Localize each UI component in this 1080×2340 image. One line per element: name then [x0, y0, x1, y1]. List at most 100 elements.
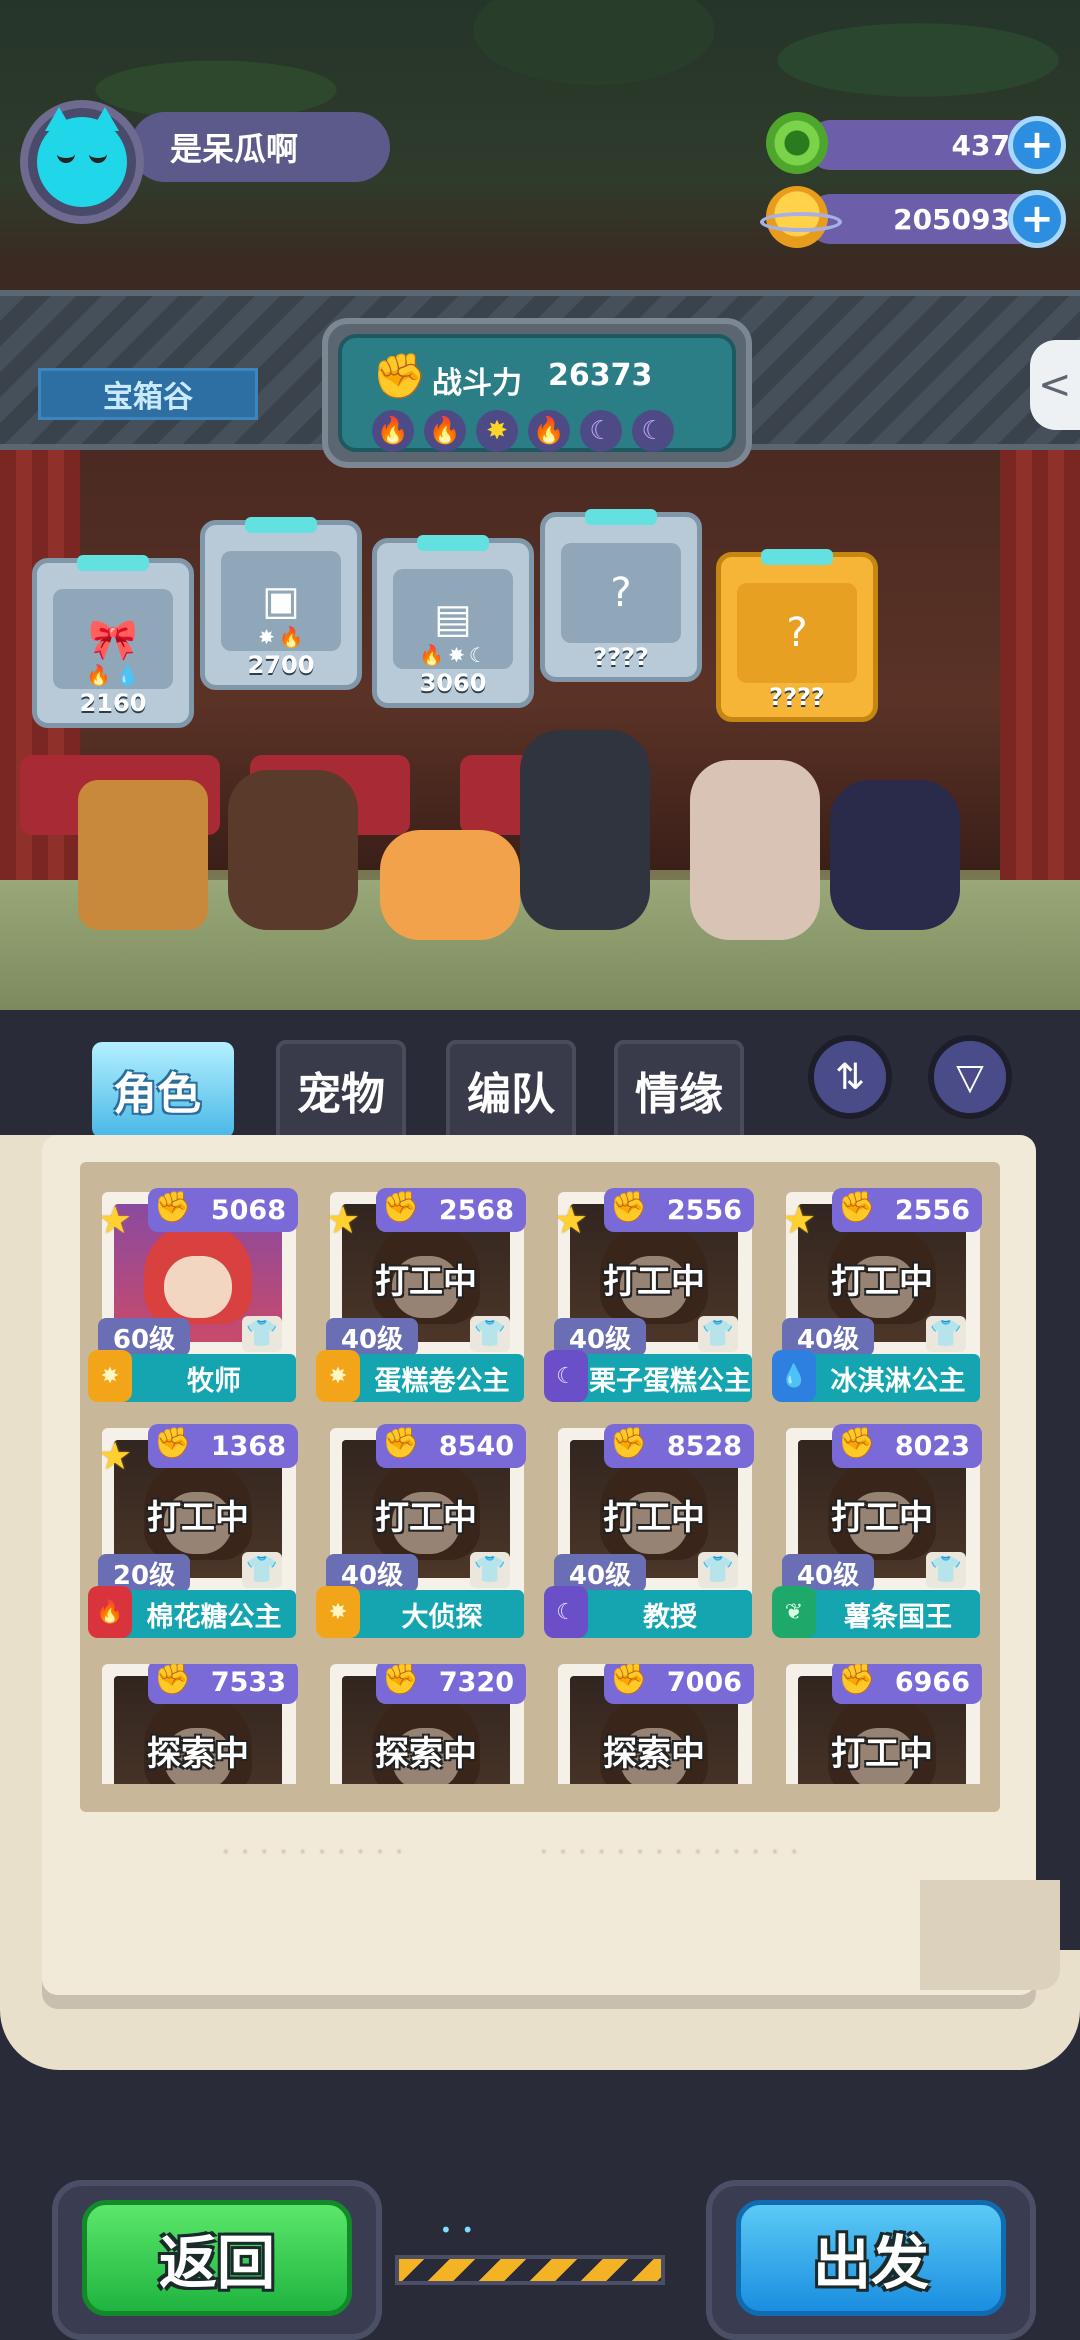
avatar[interactable] [20, 100, 144, 224]
character-card[interactable]: ★ ✊ 2556 打工中 👕 40级 栗子蛋糕公主 ☾ [544, 1188, 758, 1418]
fist-icon: ✊ [382, 1426, 420, 1461]
outfit-icon[interactable]: 👕 [242, 1552, 282, 1588]
add-currency-button[interactable]: + [1008, 190, 1066, 248]
moon-element-icon: ☾ [580, 410, 622, 452]
outfit-icon[interactable]: 👕 [470, 1316, 510, 1352]
character-card[interactable]: ✊ 8023 打工中 👕 40级 薯条国王 ❦ [772, 1424, 986, 1654]
pet-cat-goggles[interactable] [380, 830, 520, 940]
card-power-value: 2556 [666, 1194, 742, 1226]
fire-element-icon: 🔥 [419, 643, 445, 667]
card-power: ✊ 8023 [832, 1424, 982, 1468]
share-icon[interactable]: < [1030, 340, 1080, 430]
chest-slot-locked[interactable]: ? ???? [540, 509, 702, 682]
card-status: 打工中 [603, 1498, 705, 1538]
card-status: 探索中 [603, 1734, 705, 1774]
location-label[interactable]: 宝箱谷 [38, 368, 258, 420]
unknown-chest-icon: ? [561, 543, 681, 643]
outfit-icon[interactable]: 👕 [698, 1552, 738, 1588]
chest-cost: 2700 [247, 651, 315, 679]
character-card[interactable]: ✊7006探索中👕 [544, 1664, 758, 1784]
tab-pets[interactable]: 宠物 [276, 1040, 406, 1140]
outfit-icon[interactable]: 👕 [698, 1316, 738, 1352]
chest-slot[interactable]: ▣ 2700 ✸ 🔥 [200, 517, 362, 690]
tab-team[interactable]: 编队 [446, 1040, 576, 1140]
card-power-value: 8540 [438, 1430, 514, 1462]
sort-icon[interactable]: ⇅ [808, 1035, 892, 1119]
character-princess[interactable] [690, 760, 820, 940]
add-currency-button[interactable]: + [1008, 116, 1066, 174]
outfit-icon[interactable]: 👕 [926, 1316, 966, 1352]
character-cat-hat[interactable] [830, 780, 960, 930]
depart-button[interactable]: 出发 [736, 2200, 1006, 2316]
moon-element-badge-icon: ☾ [544, 1586, 588, 1638]
star-icon: ★ [554, 1198, 589, 1242]
blurred-hint: · · · · · · · · · · [222, 1838, 405, 1866]
card-power-value: 1368 [210, 1430, 286, 1462]
tab-bonds[interactable]: 情缘 [614, 1040, 744, 1140]
card-power: ✊ 1368 [148, 1424, 298, 1468]
water-element-icon: 💧 [115, 663, 140, 687]
tab-roles[interactable]: 角色 [92, 1040, 222, 1140]
card-power: ✊ 8540 [376, 1424, 526, 1468]
character-card[interactable]: ✊6966打工中👕 [772, 1664, 986, 1784]
card-power: ✊ 7533 [148, 1664, 298, 1704]
fist-icon: ✊ [838, 1426, 876, 1461]
moon-element-icon: ☾ [468, 643, 487, 667]
leaf-element-badge-icon: ❦ [772, 1586, 816, 1638]
character-card[interactable]: ★ ✊ 1368 打工中 👕 20级 棉花糖公主 🔥 [88, 1424, 302, 1654]
chest-requirements: 🔥 💧 [37, 663, 189, 687]
filter-icon[interactable]: ▽ [928, 1035, 1012, 1119]
character-card[interactable]: ★ ✊ 2556 打工中 👕 40级 冰淇淋公主 💧 [772, 1188, 986, 1418]
character-card[interactable]: ✊7533探索中👕 [88, 1664, 302, 1784]
card-power: ✊ 6966 [832, 1664, 982, 1704]
chest-slot[interactable]: 🎀 2160 🔥 💧 [32, 555, 194, 728]
character-card[interactable]: ★ ✊ 5068 👕 60级 牧师 ✸ [88, 1188, 302, 1418]
card-power-value: 5068 [210, 1194, 286, 1226]
luggage-cart-character[interactable] [78, 780, 208, 930]
chest-cost: ???? [593, 643, 649, 671]
character-card[interactable]: ✊7320探索中👕 [316, 1664, 530, 1784]
combat-power-label: 战斗力 [432, 366, 522, 401]
blurred-hint: · · · · · · · · · · · · · · [540, 1838, 800, 1866]
outfit-icon[interactable]: 👕 [242, 1316, 282, 1352]
character-card[interactable]: ✊ 8528 打工中 👕 40级 教授 ☾ [544, 1424, 758, 1654]
outfit-icon[interactable]: 👕 [470, 1552, 510, 1588]
sun-element-icon: ✸ [476, 410, 518, 452]
outfit-icon[interactable]: 👕 [926, 1552, 966, 1588]
cyan-cat-avatar-icon [37, 107, 127, 207]
fist-icon: ✊ [610, 1190, 648, 1225]
player-name: 是呆瓜啊 [130, 112, 390, 182]
chest-requirements: ✸ 🔥 [205, 625, 357, 649]
moon-element-badge-icon: ☾ [544, 1350, 588, 1402]
character-card[interactable]: ★ ✊ 2568 打工中 👕 40级 蛋糕卷公主 ✸ [316, 1188, 530, 1418]
card-power-value: 8528 [666, 1430, 742, 1462]
character-robot[interactable] [520, 730, 650, 930]
moon-element-icon: ☾ [632, 410, 674, 452]
fire-element-icon: 🔥 [424, 410, 466, 452]
fire-element-icon: 🔥 [86, 663, 111, 687]
chest-slot-locked[interactable]: ? ???? [716, 549, 878, 722]
fist-icon: ✊ [372, 351, 427, 402]
card-power-value: 7320 [438, 1666, 514, 1698]
star-icon: ★ [98, 1198, 133, 1242]
sun-element-icon: ✸ [448, 643, 465, 667]
fire-element-badge-icon: 🔥 [88, 1586, 132, 1638]
fist-icon: ✊ [838, 1664, 876, 1697]
character-card[interactable]: ✊ 8540 打工中 👕 40级 大侦探 ✸ [316, 1424, 530, 1654]
star-icon: ★ [98, 1434, 133, 1478]
back-button[interactable]: 返回 [82, 2200, 352, 2316]
card-power-value: 7006 [666, 1666, 742, 1698]
combat-power-panel: ✊ 战斗力 26373 🔥 🔥 ✸ 🔥 ☾ ☾ [322, 318, 752, 468]
gold-planet-coin-icon [760, 186, 842, 248]
chest-slot[interactable]: ▤ 3060 🔥 ✸ ☾ [372, 535, 534, 708]
character-cake-roll[interactable] [228, 770, 358, 930]
fist-icon: ✊ [610, 1664, 648, 1697]
fist-icon: ✊ [154, 1190, 192, 1225]
fist-icon: ✊ [154, 1664, 192, 1697]
card-power: ✊ 2568 [376, 1188, 526, 1232]
card-power-value: 7533 [210, 1666, 286, 1698]
card-status: 打工中 [831, 1262, 933, 1302]
sun-element-badge-icon: ✸ [316, 1350, 360, 1402]
sun-element-badge-icon: ✸ [88, 1350, 132, 1402]
page-curl [920, 1880, 1060, 1990]
